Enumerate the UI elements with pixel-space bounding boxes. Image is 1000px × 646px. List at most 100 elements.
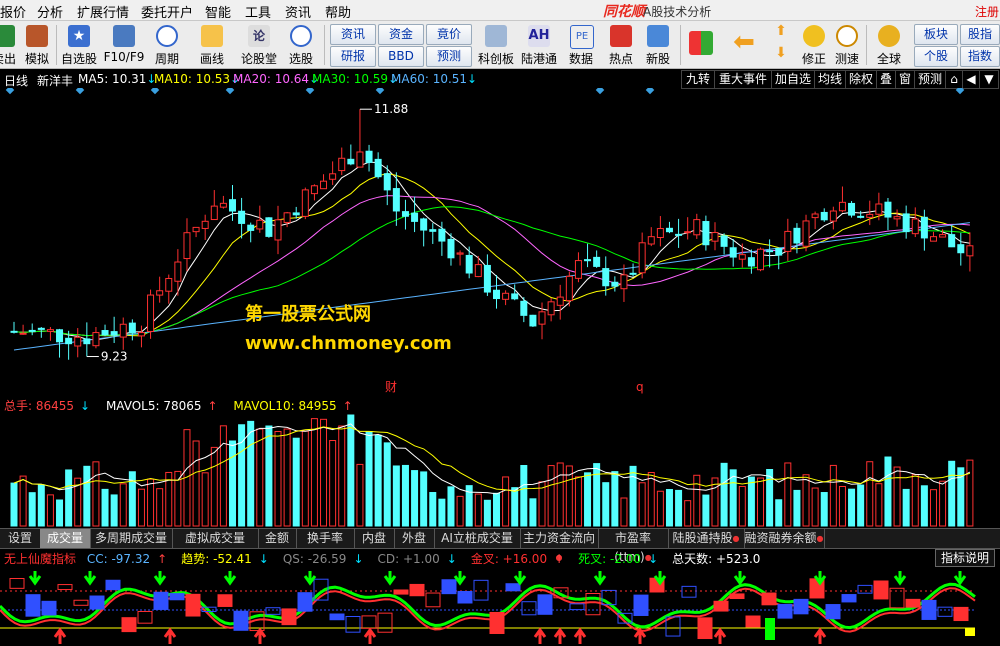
stock-connect-button[interactable]: AH 陆港通: [518, 23, 560, 66]
tab-2[interactable]: 多周期成交量: [90, 529, 173, 548]
menu-item-quote[interactable]: 报价: [0, 2, 26, 21]
page-nav-button[interactable]: ⬆ ⬇: [769, 23, 793, 66]
news-small-button[interactable]: 资讯: [330, 24, 376, 45]
sector-small-button[interactable]: 板块: [914, 24, 958, 45]
tab-10[interactable]: 市盈率(ttm)●: [598, 529, 669, 564]
candle-body: [210, 205, 218, 221]
f10-button[interactable]: F10/F9: [103, 23, 145, 66]
add-watchlist-button[interactable]: 加自选: [771, 70, 815, 89]
menu-item-tools[interactable]: 工具: [245, 2, 271, 21]
watchlist-button[interactable]: ★ 自选股: [59, 23, 99, 66]
menu-item-help[interactable]: 帮助: [325, 2, 351, 21]
tab-0[interactable]: 设置: [0, 529, 41, 548]
volume-bar: [793, 489, 801, 527]
buy-arrow-icon: [363, 627, 377, 644]
layout-button[interactable]: [684, 23, 718, 66]
period-button[interactable]: 周期: [149, 23, 185, 66]
candle-body: [347, 158, 355, 165]
global-button[interactable]: 全球: [869, 23, 909, 66]
tab-7[interactable]: 外盘: [394, 529, 435, 548]
candle-body: [28, 329, 36, 332]
ex-rights-button[interactable]: 除权: [845, 70, 877, 89]
volume-bar: [838, 485, 846, 527]
indicator-chart[interactable]: [0, 566, 1000, 646]
tab-4[interactable]: 金额: [258, 529, 297, 548]
indicator-block: [905, 598, 921, 608]
tab-8[interactable]: AI立桩成交量: [434, 529, 521, 548]
candle-body: [647, 236, 655, 245]
index-futures-small-button[interactable]: 股指: [960, 24, 1000, 45]
timer-icon: [836, 25, 858, 47]
trade-icon: [0, 25, 15, 47]
candle-body: [811, 213, 819, 219]
tab-11[interactable]: 陆股通持股●: [668, 529, 745, 548]
menu-item-extended-quote[interactable]: 扩展行情: [77, 2, 129, 21]
candle-body: [738, 254, 746, 260]
tab-12[interactable]: 融资融券余额●: [744, 529, 825, 548]
overlay-button[interactable]: 叠: [876, 70, 896, 89]
stock-picker-button[interactable]: 选股: [283, 23, 319, 66]
candle-body: [656, 228, 664, 239]
volume-bar: [192, 440, 200, 527]
register-link[interactable]: 注册: [975, 3, 999, 20]
volume-bar: [502, 476, 510, 527]
volume-bar: [56, 499, 64, 527]
stock-small-button[interactable]: 个股: [914, 46, 958, 67]
event-marker-icon: [305, 88, 315, 95]
toolbar-separator: [324, 25, 325, 65]
nine-turn-button[interactable]: 九转: [681, 70, 715, 89]
dropdown-icon[interactable]: ▼: [979, 70, 999, 89]
menu-item-trade[interactable]: 委托开户: [141, 2, 193, 21]
index-small-button[interactable]: 指数: [960, 46, 1000, 67]
correction-button[interactable]: 修正: [798, 23, 830, 66]
draw-line-button[interactable]: 画线: [194, 23, 230, 66]
tab-9[interactable]: 主力资金流向●: [520, 529, 599, 562]
major-events-button[interactable]: 重大事件: [714, 70, 772, 89]
research-small-button[interactable]: 研报: [330, 46, 376, 67]
home-icon[interactable]: ⌂: [945, 70, 963, 89]
indicator-value-0: CC: -97.32 ↑: [86, 552, 168, 566]
indicator-help-button[interactable]: 指标说明: [935, 549, 996, 567]
tab-1[interactable]: 成交量: [40, 529, 91, 548]
star-market-button[interactable]: 科创板: [474, 23, 518, 66]
period-label[interactable]: 日线: [4, 72, 28, 89]
data-button[interactable]: PE 数据: [563, 23, 599, 66]
back-button[interactable]: ⬅: [724, 23, 764, 66]
volume-chart[interactable]: [0, 410, 1000, 528]
menu-item-news[interactable]: 资讯: [285, 2, 311, 21]
indicator-block: [265, 607, 281, 615]
hot-button[interactable]: 热点: [603, 23, 639, 66]
tab-6[interactable]: 内盘: [354, 529, 395, 548]
bbd-small-button[interactable]: BBD: [378, 46, 424, 67]
volume-bar: [429, 492, 437, 527]
forecast-button[interactable]: 预测: [914, 70, 946, 89]
forum-button[interactable]: 论 论股堂: [239, 23, 279, 66]
menu-item-smart[interactable]: 智能: [205, 2, 231, 21]
auction-small-button[interactable]: 竟价: [426, 24, 472, 45]
globe-icon: [878, 25, 900, 47]
funds-small-button[interactable]: 资金: [378, 24, 424, 45]
candle-body: [902, 213, 910, 233]
indicator-value-1: 趋势: -52.41 ↓: [181, 552, 269, 566]
volume-bar: [902, 488, 910, 527]
candlestick-chart[interactable]: 11.88 9.23 财 q: [0, 88, 1000, 396]
volume-bar: [210, 446, 218, 527]
candle-body: [310, 185, 318, 195]
volume-bar: [247, 420, 255, 527]
tab-3[interactable]: 虚拟成交量: [172, 529, 259, 548]
candle-body: [37, 327, 45, 330]
ma-lines-button[interactable]: 均线: [814, 70, 846, 89]
candle-body: [147, 294, 155, 332]
volume-bar: [374, 434, 382, 527]
speed-test-button[interactable]: 测速: [830, 23, 864, 66]
arrow-left-small-icon[interactable]: ◀: [962, 70, 980, 89]
ipo-button[interactable]: 新股: [640, 23, 676, 66]
tab-5[interactable]: 换手率: [296, 529, 355, 548]
sell-button[interactable]: 卖出: [0, 23, 16, 66]
menu-item-analysis[interactable]: 分析: [37, 2, 63, 21]
forecast-small-button[interactable]: 预测: [426, 46, 472, 67]
volume-bar: [401, 464, 409, 527]
window-button[interactable]: 窗: [895, 70, 915, 89]
buy-arrow-icon: [533, 627, 547, 644]
simulate-button[interactable]: 模拟: [22, 23, 52, 66]
